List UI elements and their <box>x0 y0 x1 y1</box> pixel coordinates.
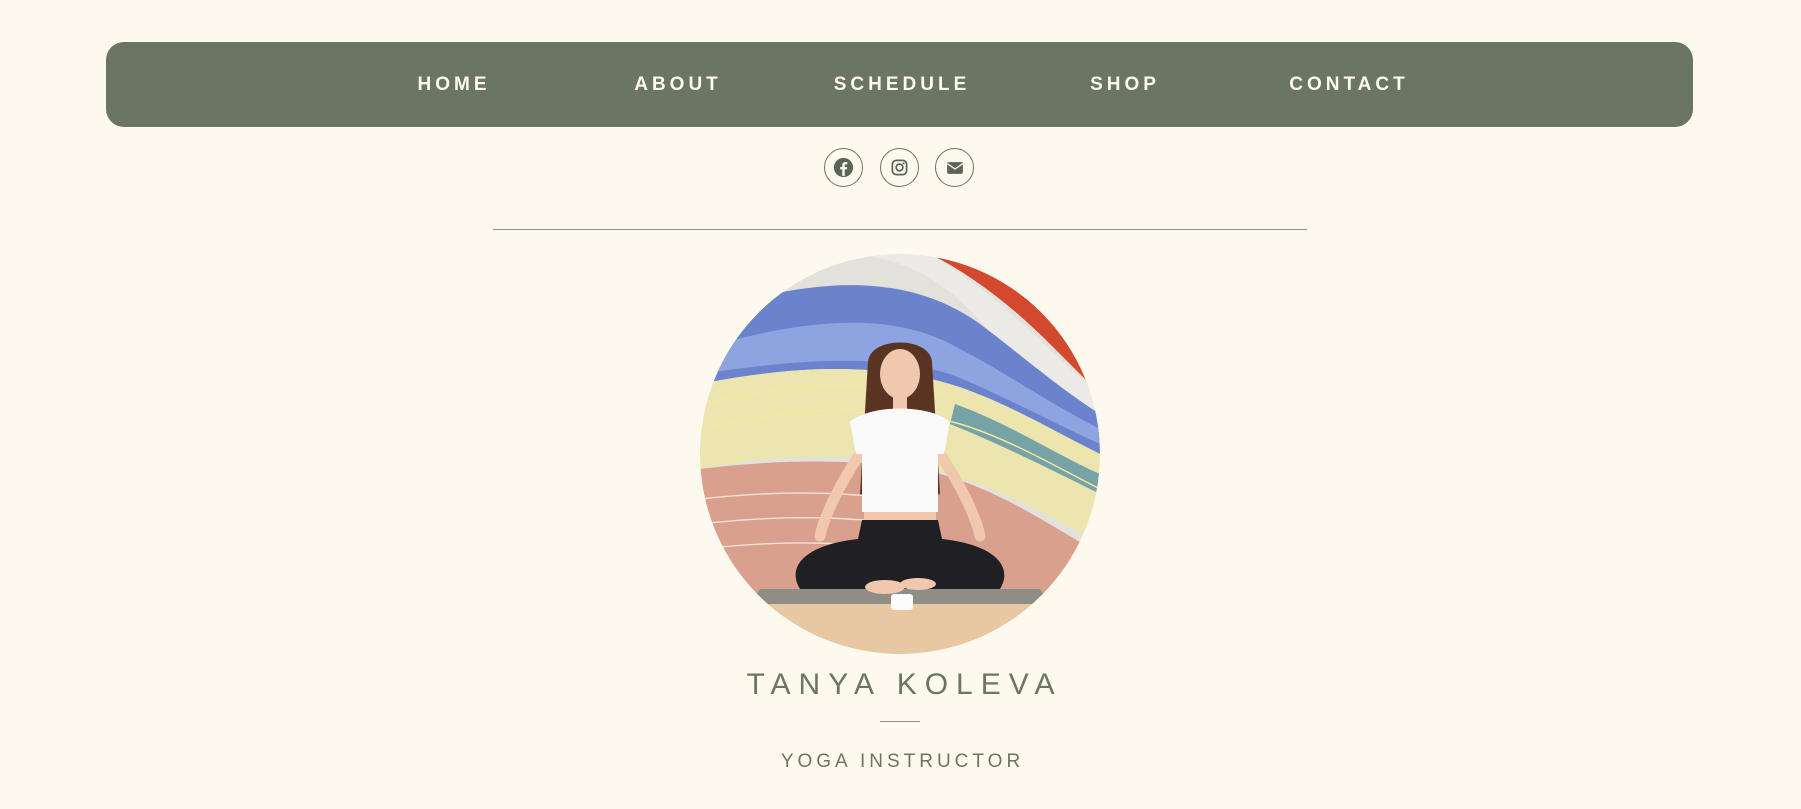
facebook-link[interactable] <box>824 148 863 187</box>
instagram-icon <box>890 158 909 177</box>
profile-name: TANYA KOLEVA <box>746 668 1063 701</box>
instagram-link[interactable] <box>880 148 919 187</box>
profile-title: YOGA INSTRUCTOR <box>780 751 1025 772</box>
email-link[interactable] <box>935 148 974 187</box>
facebook-icon <box>833 157 854 178</box>
nav-item-contact[interactable]: CONTACT <box>1289 42 1408 127</box>
main-navigation: HOME ABOUT SCHEDULE SHOP CONTACT <box>106 42 1693 127</box>
profile-photo <box>700 254 1100 654</box>
section-divider <box>493 229 1307 230</box>
nav-item-shop[interactable]: SHOP <box>1090 42 1160 127</box>
nav-item-about[interactable]: ABOUT <box>634 42 722 127</box>
email-icon <box>945 158 965 178</box>
name-divider <box>880 721 920 722</box>
nav-item-schedule[interactable]: SCHEDULE <box>834 42 971 127</box>
nav-item-home[interactable]: HOME <box>418 42 491 127</box>
